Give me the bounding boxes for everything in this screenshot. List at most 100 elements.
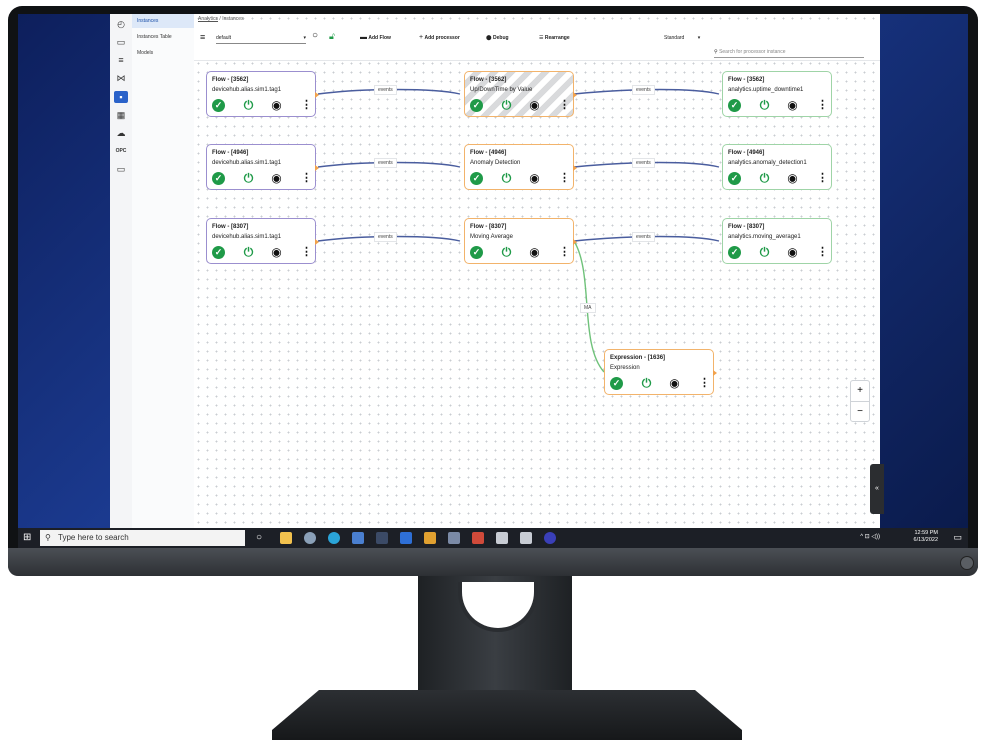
subnav-instances[interactable]: Instances [132,14,194,28]
mail-icon[interactable] [352,532,364,544]
taskbar-search-input[interactable]: ⚲ Type here to search [40,530,245,546]
power-icon[interactable]: ⏻ [500,172,513,185]
power-icon[interactable]: ⏻ [242,99,255,112]
terminal-app-icon[interactable] [376,532,388,544]
power-icon[interactable]: ⏻ [500,246,513,259]
more-vertical-icon[interactable]: ⋮ [816,99,829,112]
browser-app-icon[interactable] [544,532,556,544]
node-subtitle: analytics.moving_average1 [728,234,801,240]
flow-node-source[interactable]: Flow - [3562] devicehub.alias.sim1.tag1 … [206,71,319,117]
eye-icon[interactable]: ◉ [786,99,799,112]
flow-node-source[interactable]: Flow - [8307] devicehub.alias.sim1.tag1 … [206,218,319,264]
processor-node[interactable]: Flow - [4946] Anomaly Detection ✓ ⏻ ◉ ⋮ [464,144,577,190]
task-view-icon[interactable]: ○ [256,532,268,544]
more-vertical-icon[interactable]: ⋮ [558,172,571,185]
node-subtitle: devicehub.alias.sim1.tag1 [212,234,282,240]
network-app-icon[interactable] [448,532,460,544]
check-circle-icon[interactable]: ✓ [212,172,225,185]
check-circle-icon[interactable]: ✓ [212,246,225,259]
zoom-out-button[interactable]: − [851,402,869,421]
subnav-instances-table[interactable]: Instances Table [132,30,194,44]
output-port[interactable] [573,165,577,171]
more-vertical-icon[interactable]: ⋮ [558,99,571,112]
edge-label: events [374,85,397,95]
more-vertical-icon[interactable]: ⋮ [816,246,829,259]
node-title: Flow - [4946] [212,150,249,156]
output-port[interactable] [573,239,577,245]
flow-node-target[interactable]: Flow - [3562] analytics.uptime_downtime1… [722,71,832,117]
eye-icon[interactable]: ◉ [270,99,283,112]
edge-label: events [632,158,655,168]
eye-icon[interactable]: ◉ [270,172,283,185]
power-icon[interactable]: ⏻ [242,246,255,259]
flow-canvas[interactable]: Analytics / Instances ≡ default ▾ ○ 🔓︎ ▬… [194,14,880,528]
output-port[interactable] [315,92,319,98]
power-icon[interactable]: ⏻ [758,172,771,185]
devices-icon[interactable]: ▭ [114,36,128,48]
file-explorer-icon[interactable] [280,532,292,544]
zoom-in-button[interactable]: + [851,381,869,402]
power-icon[interactable]: ⏻ [640,377,653,390]
apps-grid-icon[interactable]: ▦ [114,109,128,121]
system-tray-icons[interactable]: ^ ⊡ ◁)) [860,533,880,540]
node-subtitle: Up/DownTime by Value [470,87,533,93]
analytics-icon[interactable]: ▪ [114,91,128,103]
pdf-app-icon[interactable] [472,532,484,544]
power-icon[interactable]: ⏻ [242,172,255,185]
power-icon[interactable]: ⏻ [500,99,513,112]
processor-node[interactable]: Flow - [3562] Up/DownTime by Value ✓ ⏻ ◉ ⋮ [464,71,577,117]
terminal-icon[interactable]: ▭ [114,163,128,175]
eye-icon[interactable]: ◉ [786,172,799,185]
tools-app-icon[interactable] [424,532,436,544]
check-circle-icon[interactable]: ✓ [212,99,225,112]
opc-icon[interactable]: OPC [114,145,128,157]
flows-icon[interactable]: ⋈ [114,72,128,84]
eye-icon[interactable]: ◉ [528,246,541,259]
check-circle-icon[interactable]: ✓ [610,377,623,390]
check-circle-icon[interactable]: ✓ [728,172,741,185]
power-icon[interactable]: ⏻ [758,246,771,259]
edge-label: events [632,232,655,242]
taskbar-clock[interactable]: 12:59 PM 6/13/2022 [914,530,938,544]
eye-icon[interactable]: ◉ [668,377,681,390]
collapse-panel-button[interactable]: « [870,464,884,514]
eye-icon[interactable]: ◉ [786,246,799,259]
app-icon[interactable] [400,532,412,544]
eye-icon[interactable]: ◉ [528,99,541,112]
more-vertical-icon[interactable]: ⋮ [300,246,313,259]
settings-app-icon[interactable] [304,532,316,544]
notifications-icon[interactable]: ▭ [953,532,962,543]
output-port[interactable] [315,165,319,171]
check-circle-icon[interactable]: ✓ [728,246,741,259]
more-vertical-icon[interactable]: ⋮ [558,246,571,259]
check-circle-icon[interactable]: ✓ [470,246,483,259]
more-vertical-icon[interactable]: ⋮ [300,172,313,185]
cloud-icon[interactable]: ☁ [114,127,128,139]
flow-node-target[interactable]: Flow - [4946] analytics.anomaly_detectio… [722,144,832,190]
eye-icon[interactable]: ◉ [528,172,541,185]
check-circle-icon[interactable]: ✓ [470,172,483,185]
processor-node[interactable]: Flow - [8307] Moving Average ✓ ⏻ ◉ ⋮ [464,218,577,264]
more-vertical-icon[interactable]: ⋮ [816,172,829,185]
flow-node-target[interactable]: Flow - [8307] analytics.moving_average1 … [722,218,832,264]
node-title: Flow - [3562] [728,77,765,83]
power-icon[interactable]: ⏻ [758,99,771,112]
check-circle-icon[interactable]: ✓ [728,99,741,112]
dashboard-icon[interactable]: ◴ [114,18,128,30]
more-vertical-icon[interactable]: ⋮ [698,377,711,390]
list-icon[interactable]: ≡ [114,54,128,66]
eye-icon[interactable]: ◉ [270,246,283,259]
flow-node-source[interactable]: Flow - [4946] devicehub.alias.sim1.tag1 … [206,144,319,190]
subnav-models[interactable]: Models [132,46,194,60]
check-circle-icon[interactable]: ✓ [470,99,483,112]
node-title: Flow - [4946] [470,150,507,156]
output-port[interactable] [573,92,577,98]
edge-browser-icon[interactable] [328,532,340,544]
windows-start-icon[interactable]: ⊞ [23,532,31,543]
expression-node[interactable]: Expression - [1636] Expression ✓ ⏻ ◉ ⋮ [604,349,717,395]
remote-app-icon[interactable] [496,532,508,544]
remote-app-icon-2[interactable] [520,532,532,544]
more-vertical-icon[interactable]: ⋮ [300,99,313,112]
output-port[interactable] [315,239,319,245]
output-port[interactable] [713,370,717,376]
